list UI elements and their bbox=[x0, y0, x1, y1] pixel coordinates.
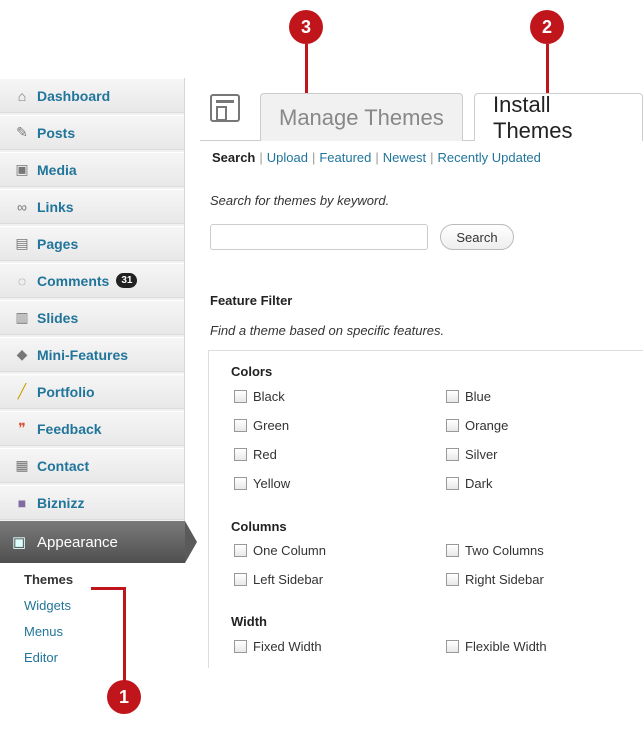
filter-newest[interactable]: Newest bbox=[383, 150, 426, 165]
sidebar-item-comments[interactable]: ◌ Comments 31 bbox=[0, 263, 184, 298]
comment-count-badge: 31 bbox=[116, 273, 138, 288]
home-icon: ⌂ bbox=[17, 87, 27, 104]
gem-icon: ◆ bbox=[16, 346, 28, 362]
submenu-widgets[interactable]: Widgets bbox=[24, 598, 71, 613]
tab-manage-themes[interactable]: Manage Themes bbox=[260, 93, 463, 141]
checkbox-green[interactable]: Green bbox=[234, 418, 289, 433]
checkbox-silver[interactable]: Silver bbox=[446, 447, 498, 462]
theme-search-button[interactable]: Search bbox=[440, 224, 514, 250]
theme-search-input[interactable] bbox=[210, 224, 428, 250]
callout-1-line-h bbox=[91, 587, 126, 590]
checkbox-fixed-width[interactable]: Fixed Width bbox=[234, 639, 322, 654]
sidebar-item-posts[interactable]: ✎ Posts bbox=[0, 115, 184, 150]
slides-icon: ▥ bbox=[15, 309, 29, 325]
submenu-menus[interactable]: Menus bbox=[24, 624, 63, 639]
sidebar-item-slides[interactable]: ▥ Slides bbox=[0, 300, 184, 335]
admin-sidebar: ⌂ Dashboard ✎ Posts ▣ Media ∞ Links ▤ Pages ◌… bbox=[0, 78, 197, 668]
sidebar-item-pages[interactable]: ▤ Pages bbox=[0, 226, 184, 261]
checkbox-left-sidebar[interactable]: Left Sidebar bbox=[234, 572, 323, 587]
theme-filter-links: Search | Upload | Featured | Newest | Recently U… bbox=[212, 150, 541, 165]
sidebar-item-dashboard[interactable]: ⌂ Dashboard bbox=[0, 78, 184, 113]
appearance-screen-icon bbox=[210, 94, 240, 122]
callout-3: 3 bbox=[289, 10, 323, 44]
sidebar-item-links[interactable]: ∞ Links bbox=[0, 189, 184, 224]
sidebar-item-media[interactable]: ▣ Media bbox=[0, 152, 184, 187]
filter-featured[interactable]: Featured bbox=[319, 150, 371, 165]
media-icon: ▣ bbox=[15, 161, 29, 177]
sidebar-item-portfolio[interactable]: ╱ Portfolio bbox=[0, 374, 184, 409]
checkbox-red[interactable]: Red bbox=[234, 447, 277, 462]
callout-2: 2 bbox=[530, 10, 564, 44]
sidebar-item-biznizz[interactable]: ■ Biznizz bbox=[0, 485, 184, 520]
checkbox-orange[interactable]: Orange bbox=[446, 418, 508, 433]
colors-group-title: Colors bbox=[231, 364, 273, 379]
sidebar-item-contact[interactable]: ▦ Contact bbox=[0, 448, 184, 483]
filter-recently-updated[interactable]: Recently Updated bbox=[438, 150, 541, 165]
filter-upload[interactable]: Upload bbox=[267, 150, 308, 165]
sidebar-item-feedback[interactable]: ❞ Feedback bbox=[0, 411, 184, 446]
callout-1: 1 bbox=[107, 680, 141, 714]
callout-1-line-v bbox=[123, 587, 126, 682]
tab-install-themes[interactable]: Install Themes bbox=[474, 92, 643, 143]
appearance-submenu: Themes Widgets Menus Editor bbox=[0, 563, 185, 668]
pages-icon: ▤ bbox=[15, 235, 29, 251]
checkbox-dark[interactable]: Dark bbox=[446, 476, 492, 491]
sidebar-item-appearance[interactable]: ▣ Appearance bbox=[0, 521, 197, 563]
pin-icon: ✎ bbox=[16, 124, 28, 140]
checkbox-flexible-width[interactable]: Flexible Width bbox=[446, 639, 547, 654]
checkbox-one-column[interactable]: One Column bbox=[234, 543, 326, 558]
search-help-text: Search for themes by keyword. bbox=[210, 193, 390, 208]
wordpress-admin: ⌂ Dashboard ✎ Posts ▣ Media ∞ Links ▤ Pages ◌… bbox=[0, 78, 643, 668]
checkbox-two-columns[interactable]: Two Columns bbox=[446, 543, 544, 558]
appearance-icon: ▣ bbox=[12, 534, 27, 551]
feature-filter-help: Find a theme based on specific features. bbox=[210, 323, 445, 338]
link-icon: ∞ bbox=[17, 198, 27, 215]
pencil-icon: ╱ bbox=[17, 383, 27, 399]
comment-icon: ◌ bbox=[17, 272, 27, 289]
columns-group-title: Columns bbox=[231, 519, 287, 534]
quote-icon: ❞ bbox=[18, 420, 26, 436]
submenu-themes[interactable]: Themes bbox=[24, 572, 73, 587]
width-group-title: Width bbox=[231, 614, 267, 629]
filter-search[interactable]: Search bbox=[212, 150, 255, 165]
sidebar-item-mini-features[interactable]: ◆ Mini-Features bbox=[0, 337, 184, 372]
checkbox-blue[interactable]: Blue bbox=[446, 389, 491, 404]
checkbox-yellow[interactable]: Yellow bbox=[234, 476, 290, 491]
submenu-editor[interactable]: Editor bbox=[24, 650, 58, 665]
feature-filter-box: Colors Black Blue Green Orange Red Silve… bbox=[208, 350, 643, 668]
feature-filter-title: Feature Filter bbox=[210, 293, 293, 308]
contact-icon: ▦ bbox=[15, 457, 29, 473]
checkbox-black[interactable]: Black bbox=[234, 389, 285, 404]
woo-icon: ■ bbox=[17, 494, 27, 511]
checkbox-right-sidebar[interactable]: Right Sidebar bbox=[446, 572, 544, 587]
